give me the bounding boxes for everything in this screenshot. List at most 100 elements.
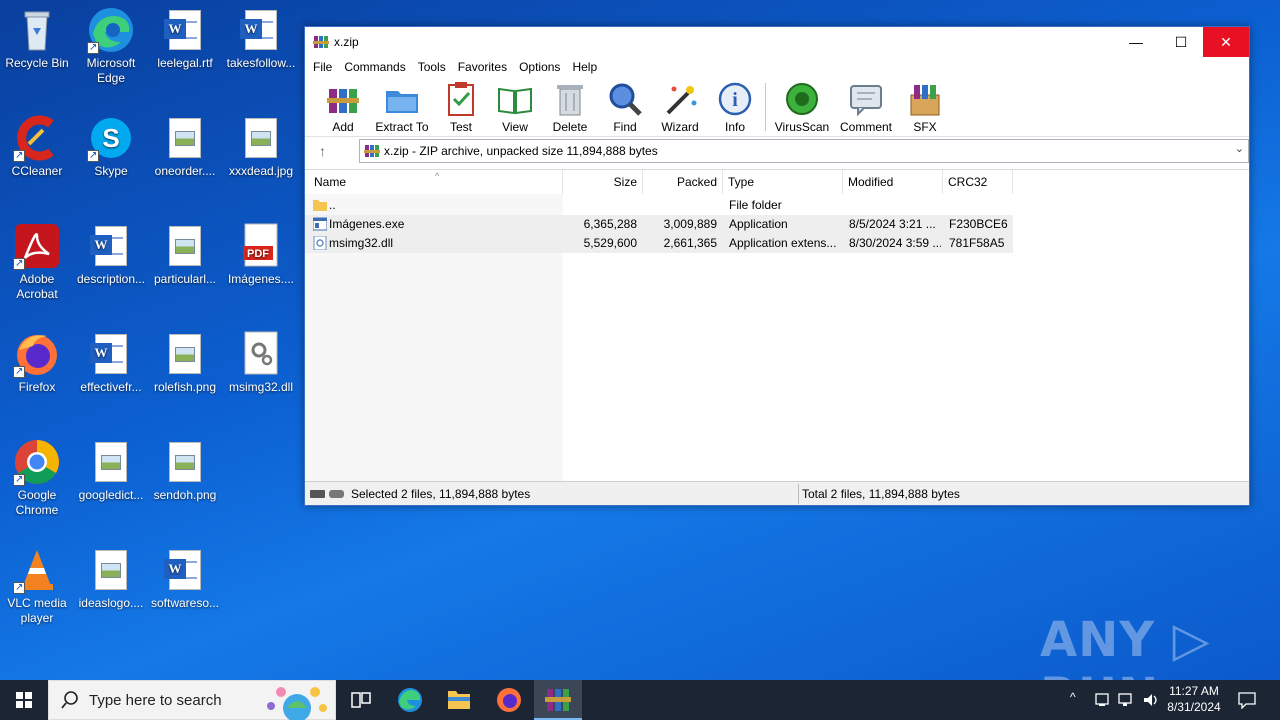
view-button[interactable]: View [493, 79, 537, 135]
menu-favorites[interactable]: Favorites [452, 60, 513, 74]
desktop-icon-rolefish[interactable]: rolefish.png [148, 330, 222, 395]
sfx-label: SFX [913, 120, 937, 134]
chevron-up-icon[interactable]: ^ [1070, 690, 1076, 704]
desktop-icon-googledict[interactable]: googledict... [74, 438, 148, 503]
column-modified[interactable]: Modified [843, 170, 943, 194]
menu-tools[interactable]: Tools [412, 60, 452, 74]
title-bar[interactable]: x.zip — ☐ ✕ [305, 27, 1249, 57]
recycle-bin-icon [13, 6, 61, 54]
comment-label: Comment [839, 120, 892, 134]
clock-date: 8/31/2024 [1167, 700, 1221, 714]
info-button[interactable]: i Info [715, 79, 755, 135]
column-type[interactable]: Type [723, 170, 843, 194]
add-label: Add [332, 120, 354, 134]
desktop-icon-label: softwareso... [150, 596, 220, 610]
up-arrow-icon[interactable]: ↑ [319, 143, 326, 159]
desktop-icon-firefox[interactable]: Firefox [0, 330, 74, 395]
clock[interactable]: 11:27 AM 8/31/2024 [1164, 684, 1224, 714]
minimize-button[interactable]: — [1113, 27, 1159, 57]
column-name-label: Name [314, 175, 347, 189]
network-icon[interactable] [1118, 692, 1134, 708]
taskbar-search[interactable]: Type here to search [48, 680, 336, 720]
desktop-icon-label: msimg32.dll [228, 380, 294, 394]
wizard-label: Wizard [661, 120, 699, 134]
status-selected: Selected 2 files, 11,894,888 bytes [351, 487, 531, 501]
desktop-icon-vlc[interactable]: VLC media player [0, 546, 74, 626]
windows-logo-icon [16, 692, 32, 708]
taskbar: Type here to search ^ 11:27 AM 8/31/2024 [0, 680, 1280, 720]
chrome-icon [13, 438, 61, 487]
taskbar-firefox[interactable] [485, 680, 533, 720]
column-size[interactable]: Size [563, 170, 643, 194]
desktop-icon-xxxdead[interactable]: xxxdead.jpg [224, 114, 298, 179]
firefox-icon [13, 330, 61, 379]
desktop-icon-msimg32[interactable]: msimg32.dll [224, 330, 298, 395]
test-button[interactable]: Test [441, 79, 481, 135]
file-type: Application extens... [729, 236, 837, 250]
desktop-icon-adobe-acrobat[interactable]: Adobe Acrobat [0, 222, 74, 302]
image-file-icon [161, 438, 209, 486]
wizard-button[interactable]: Wizard [657, 79, 703, 135]
desktop-icon-recycle-bin[interactable]: Recycle Bin [0, 6, 74, 71]
desktop-icon-microsoft-edge[interactable]: Microsoft Edge [74, 6, 148, 86]
desktop-icon-ccleaner[interactable]: CCleaner [0, 114, 74, 179]
archive-path-box[interactable]: x.zip - ZIP archive, unpacked size 11,89… [359, 139, 1249, 163]
maximize-button[interactable]: ☐ [1158, 27, 1204, 57]
task-view-button[interactable] [336, 680, 384, 720]
status-bar: Selected 2 files, 11,894,888 bytes Total… [305, 481, 1249, 505]
desktop-icon-description-doc[interactable]: W description... [74, 222, 148, 287]
virusscan-button[interactable]: VirusScan [773, 79, 831, 135]
menu-help[interactable]: Help [566, 60, 603, 74]
sfx-button[interactable]: SFX [903, 79, 947, 135]
desktop-icon-takesfollow[interactable]: W takesfollow... [224, 6, 298, 71]
file-row-parent[interactable]: .. File folder [305, 196, 1013, 215]
taskbar-edge[interactable] [386, 680, 434, 720]
file-type: Application [729, 217, 788, 231]
desktop-icon-sendoh[interactable]: sendoh.png [148, 438, 222, 503]
firefox-icon [497, 688, 521, 712]
status-divider [798, 484, 799, 504]
extract-to-button[interactable]: Extract To [373, 79, 431, 135]
taskbar-winrar[interactable] [534, 680, 582, 720]
column-packed[interactable]: Packed [643, 170, 723, 194]
desktop-icon-google-chrome[interactable]: Google Chrome [0, 438, 74, 518]
desktop-icon-skype[interactable]: S Skype [74, 114, 148, 179]
comment-button[interactable]: Comment [837, 79, 895, 135]
info-label: Info [724, 120, 745, 134]
menu-commands[interactable]: Commands [338, 60, 411, 74]
delete-button[interactable]: Delete [549, 79, 591, 135]
taskbar-file-explorer[interactable] [435, 680, 483, 720]
volume-icon[interactable] [1142, 692, 1160, 708]
file-modified: 8/30/2024 3:59 ... [849, 236, 941, 250]
image-file-icon [237, 114, 285, 162]
column-name[interactable]: Name ^ [309, 170, 563, 194]
find-button[interactable]: Find [605, 79, 645, 135]
file-size: 6,365,288 [583, 217, 637, 231]
desktop-icon-leelegal[interactable]: W leelegal.rtf [148, 6, 222, 71]
desktop-icon-particularl[interactable]: particularl... [148, 222, 222, 287]
menu-file[interactable]: File [307, 60, 338, 74]
start-button[interactable] [0, 680, 48, 720]
close-button[interactable]: ✕ [1203, 27, 1249, 57]
device-icon[interactable] [1094, 692, 1110, 708]
add-button[interactable]: Add [323, 79, 363, 135]
window-title: x.zip [334, 35, 359, 49]
notification-icon[interactable] [1238, 691, 1256, 709]
desktop-icon-oneorder[interactable]: oneorder.... [148, 114, 222, 179]
desktop-icon-label: Skype [94, 164, 128, 178]
menu-options[interactable]: Options [513, 60, 566, 74]
virus-scan-icon [784, 81, 820, 117]
desktop-icon-softwareso[interactable]: W softwareso... [148, 546, 222, 611]
file-row-msimg32-dll[interactable]: msimg32.dll 5,529,600 2,661,365 Applicat… [305, 234, 1013, 253]
chevron-down-icon[interactable]: ⌄ [1235, 142, 1244, 155]
column-crc32[interactable]: CRC32 [943, 170, 1013, 194]
file-row-imagenes-exe[interactable]: Imágenes.exe 6,365,288 3,009,889 Applica… [305, 215, 1013, 234]
desktop-icon-ideaslogo[interactable]: ideaslogo.... [74, 546, 148, 611]
desktop-icon-label: particularl... [153, 272, 217, 286]
test-label: Test [449, 120, 472, 134]
archive-path-text: x.zip - ZIP archive, unpacked size 11,89… [384, 144, 658, 158]
add-archive-icon [325, 81, 361, 117]
delete-label: Delete [552, 120, 588, 134]
desktop-icon-imagenes-pdf[interactable]: PDF Imágenes.... [224, 222, 298, 287]
desktop-icon-effectivefr-doc[interactable]: W effectivefr... [74, 330, 148, 395]
